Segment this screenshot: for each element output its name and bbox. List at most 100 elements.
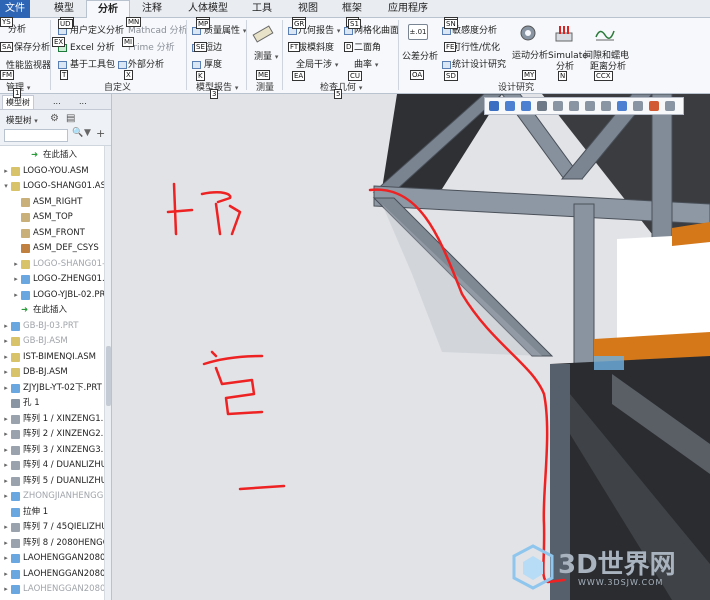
display-style-icon[interactable] xyxy=(553,101,563,111)
tab-file[interactable]: 文件 xyxy=(0,0,30,18)
tree-row[interactable]: ▸ ZJYJBL-YT-02下.PRT xyxy=(0,381,104,396)
expand-toggle-icon[interactable]: ▸ xyxy=(2,412,10,427)
tree-row[interactable]: ASM_TOP xyxy=(0,210,104,225)
tree-row[interactable]: ▸ 阵列 1 / XINZENG1.PR... xyxy=(0,412,104,427)
zoom-in-icon[interactable] xyxy=(505,101,515,111)
expand-toggle-icon[interactable]: ▸ xyxy=(2,427,10,442)
thickness-button[interactable]: 厚度 xyxy=(204,60,222,70)
tree-row[interactable]: ▸ LAOHENGGAN2080.P... xyxy=(0,582,104,597)
tree-row[interactable]: ▾ LOGO-SHANG01.ASM xyxy=(0,179,104,194)
save-analysis-button[interactable]: 保存分析 xyxy=(14,43,50,53)
tree-row[interactable]: ▸ 阵列 4 / DUANLIZHU... xyxy=(0,458,104,473)
annotation-display-icon[interactable] xyxy=(649,101,659,111)
excel-analysis-button[interactable]: Excel 分析 xyxy=(70,43,115,53)
tree-row[interactable]: 拉伸 1 xyxy=(0,505,104,520)
settings-icon[interactable]: ⚙ xyxy=(50,113,59,124)
expand-toggle-icon[interactable]: ▸ xyxy=(2,474,10,489)
perspective-view-icon[interactable] xyxy=(601,101,611,111)
tree-row[interactable]: ▸ 阵列 3 / XINZENG3.PR... xyxy=(0,443,104,458)
tab-analysis[interactable]: 分析 xyxy=(86,0,130,19)
section-icon[interactable] xyxy=(617,101,627,111)
tolerance-analysis-button[interactable]: 公差分析 xyxy=(402,52,438,62)
repaint-icon[interactable] xyxy=(537,101,547,111)
expand-toggle-icon[interactable]: ▸ xyxy=(12,272,20,287)
expand-toggle-icon[interactable]: ▸ xyxy=(2,458,10,473)
expand-toggle-icon[interactable]: ▸ xyxy=(2,489,10,504)
tab-folder-browser[interactable]: ... xyxy=(50,95,64,109)
tree-row[interactable]: ▸ 阵列 7 / 45QIELIZHU... xyxy=(0,520,104,535)
expand-toggle-icon[interactable]: ▸ xyxy=(2,443,10,458)
tree-row[interactable]: ▸ DB-BJ.ASM xyxy=(0,365,104,380)
statistical-design-study-button[interactable]: 统计设计研究 xyxy=(452,60,506,70)
tab-favorites[interactable]: ... xyxy=(76,95,90,109)
tree-row[interactable]: ▸ IST-BIMENQI.ASM xyxy=(0,350,104,365)
model-tree-scrollbar[interactable] xyxy=(104,146,111,600)
tab-frame[interactable]: 框架 xyxy=(334,0,370,18)
add-column-icon[interactable]: + xyxy=(96,127,105,140)
mathcad-analysis-button[interactable]: Mathcad 分析 xyxy=(128,26,188,36)
external-analysis-button[interactable]: 外部分析 xyxy=(128,60,164,70)
simulate-analysis-button[interactable]: Simulate xyxy=(548,51,588,61)
expand-toggle-icon[interactable]: ▸ xyxy=(2,567,10,582)
tree-row[interactable]: ASM_DEF_CSYS xyxy=(0,241,104,256)
dihedral-angle-button[interactable]: 二面角 xyxy=(354,43,381,53)
zoom-out-icon[interactable] xyxy=(521,101,531,111)
tree-row[interactable]: 孔 1 xyxy=(0,396,104,411)
refit-icon[interactable] xyxy=(489,101,499,111)
mass-properties-button[interactable]: 质量属性 ▾ xyxy=(204,26,246,36)
tree-row[interactable]: ➜ 在此插入 xyxy=(0,148,104,163)
scrollbar-thumb[interactable] xyxy=(106,346,111,406)
expand-toggle-icon[interactable]: ▸ xyxy=(2,381,10,396)
tree-row[interactable]: ▸ LOGO-YOU.ASM xyxy=(0,164,104,179)
global-interference-button[interactable]: 全局干涉 ▾ xyxy=(296,60,338,70)
tab-view[interactable]: 视图 xyxy=(290,0,326,18)
expand-toggle-icon[interactable]: ▾ xyxy=(2,179,10,194)
tree-row[interactable]: ▸ 阵列 2 / XINZENG2.PR... xyxy=(0,427,104,442)
tree-row[interactable]: ▸ 阵列 5 / DUANLIZHU... xyxy=(0,474,104,489)
tab-tools[interactable]: 工具 xyxy=(244,0,280,18)
tree-row[interactable]: ▸ LOGO-ZHENG01.A... xyxy=(0,272,104,287)
search-input[interactable] xyxy=(4,129,68,142)
feasibility-optimization-button[interactable]: 可行性/优化 xyxy=(452,43,500,53)
motion-analysis-button[interactable]: 运动分析 xyxy=(512,51,548,61)
show-icon[interactable]: ▤ xyxy=(66,113,75,124)
draft-button[interactable]: 拔模斜度 xyxy=(298,43,334,53)
expand-toggle-icon[interactable]: ▸ xyxy=(2,319,10,334)
tree-row[interactable]: ▸ LAOHENGGAN2080.P... xyxy=(0,551,104,566)
expand-toggle-icon[interactable]: ▸ xyxy=(2,551,10,566)
tree-row[interactable]: ASM_FRONT xyxy=(0,226,104,241)
saved-orientations-icon[interactable] xyxy=(569,101,579,111)
tree-row[interactable]: ▸ ZHONGJIANHENGG... xyxy=(0,489,104,504)
expand-toggle-icon[interactable]: ▸ xyxy=(2,365,10,380)
tab-annotate[interactable]: 注释 xyxy=(132,0,172,18)
expand-toggle-icon[interactable]: ▸ xyxy=(12,257,20,272)
tree-row[interactable]: ▸ LOGO-YJBL-02.PRT xyxy=(0,288,104,303)
tab-human-model[interactable]: 人体模型 xyxy=(180,0,236,18)
clearance-creepage-button[interactable]: 间隙和蠕电 xyxy=(584,51,629,61)
spin-center-icon[interactable] xyxy=(665,101,675,111)
expand-toggle-icon[interactable]: ▸ xyxy=(2,334,10,349)
tree-row[interactable]: ▸ GB-BJ-03.PRT xyxy=(0,319,104,334)
model-tree-label[interactable]: 模型树 ▾ xyxy=(6,114,38,126)
expand-toggle-icon[interactable]: ▸ xyxy=(2,164,10,179)
measure-button[interactable]: 测量 ▾ xyxy=(254,52,278,62)
toolkit-based-button[interactable]: 基于工具包 xyxy=(70,60,115,70)
find-icon[interactable]: 🔍 xyxy=(72,128,83,138)
datum-display-icon[interactable] xyxy=(633,101,643,111)
tab-applications[interactable]: 应用程序 xyxy=(380,0,436,18)
tree-row[interactable]: ▸ LOGO-SHANG01-... xyxy=(0,257,104,272)
tree-row[interactable]: ASM_RIGHT xyxy=(0,195,104,210)
graphics-window[interactable]: 3D世界网 WWW.3DSJW.COM xyxy=(112,94,710,600)
tree-row[interactable]: ➜ 在此插入 xyxy=(0,303,104,318)
sensitivity-analysis-button[interactable]: 敏感度分析 xyxy=(452,26,497,36)
user-defined-analysis-button[interactable]: 用户定义分析 xyxy=(70,26,124,36)
tab-model[interactable]: 模型 xyxy=(44,0,84,18)
expand-toggle-icon[interactable]: ▸ xyxy=(2,582,10,597)
curvature-button[interactable]: 曲率 ▾ xyxy=(354,60,378,70)
filter-icon[interactable]: ▼ xyxy=(84,128,91,138)
view-manager-icon[interactable] xyxy=(585,101,595,111)
tree-row[interactable]: ▸ 阵列 8 / 2080HENGG... xyxy=(0,536,104,551)
expand-toggle-icon[interactable]: ▸ xyxy=(2,350,10,365)
expand-toggle-icon[interactable]: ▸ xyxy=(2,536,10,551)
tree-row[interactable]: ▸ LAOHENGGAN2080.P... xyxy=(0,567,104,582)
